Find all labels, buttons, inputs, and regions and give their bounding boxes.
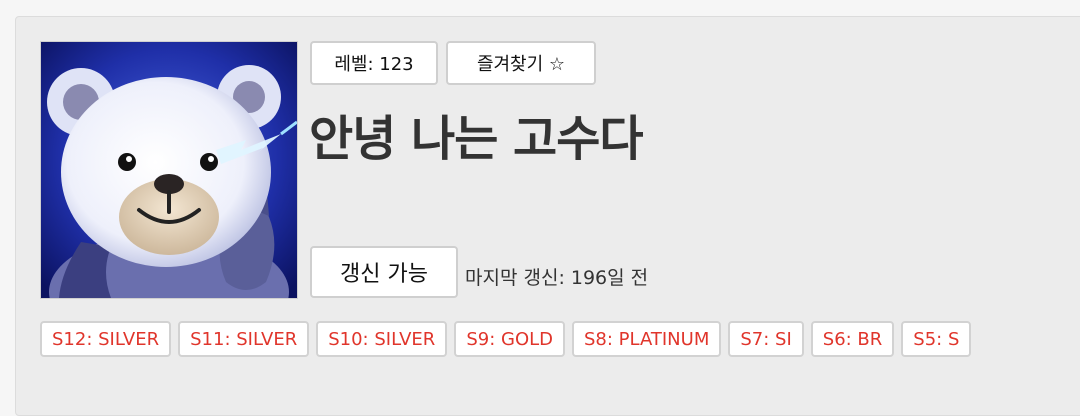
season-badge-s7: S7: SI <box>728 321 804 357</box>
refresh-button[interactable]: 갱신 가능 <box>310 246 458 298</box>
favorite-button[interactable]: 즐겨찾기 ☆ <box>446 41 596 85</box>
season-badge-s8: S8: PLATINUM <box>572 321 722 357</box>
profile-avatar <box>40 41 298 299</box>
profile-card: 레벨: 123 즐겨찾기 ☆ 안녕 나는 고수다 갱신 가능 마지막 갱신: 1… <box>15 16 1080 416</box>
summoner-name: 안녕 나는 고수다 <box>309 111 644 167</box>
season-badges: S12: SILVER S11: SILVER S10: SILVER S9: … <box>40 321 972 357</box>
season-badge-s12: S12: SILVER <box>40 321 172 357</box>
season-badge-s10: S10: SILVER <box>316 321 448 357</box>
season-badge-s11: S11: SILVER <box>178 321 310 357</box>
polar-bear-icon <box>41 42 297 298</box>
level-button[interactable]: 레벨: 123 <box>310 41 438 85</box>
season-badge-s5: S5: S <box>901 321 972 357</box>
season-badge-s9: S9: GOLD <box>454 321 565 357</box>
last-update-text: 마지막 갱신: 196일 전 <box>465 267 649 289</box>
season-badge-s6: S6: BR <box>810 321 895 357</box>
